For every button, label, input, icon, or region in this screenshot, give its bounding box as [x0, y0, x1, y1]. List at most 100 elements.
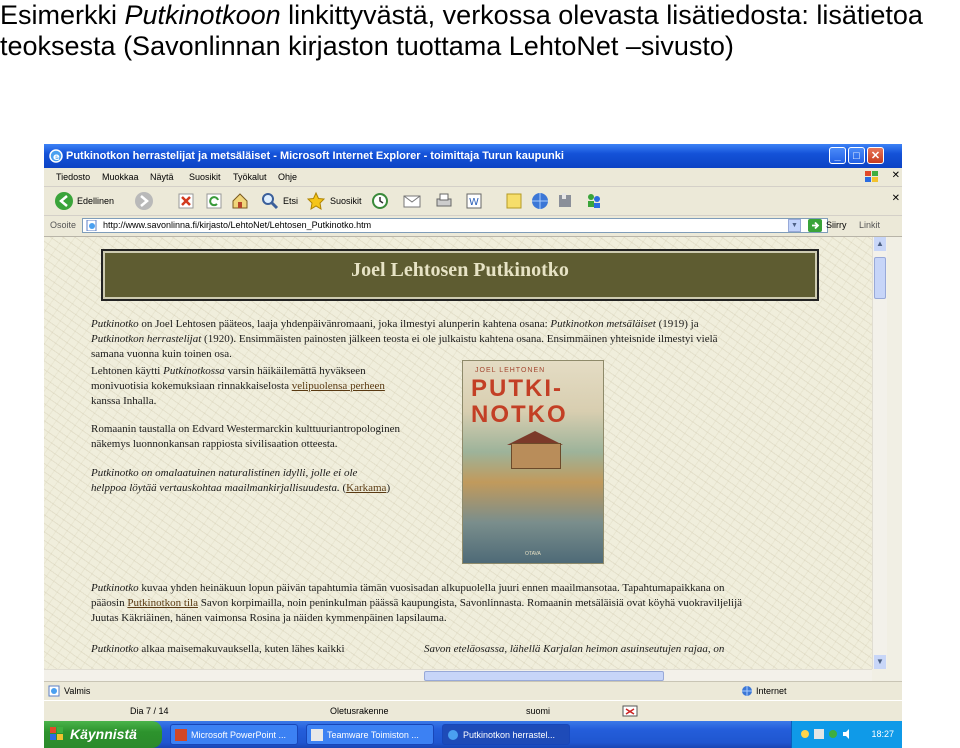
internet-zone-icon: [742, 686, 752, 696]
menu-tools[interactable]: Työkalut: [233, 168, 267, 186]
svg-text:e: e: [53, 152, 60, 163]
paragraph-westermarck: Romaanin taustalla on Edvard Westermarck…: [91, 423, 400, 450]
home-icon[interactable]: [230, 191, 250, 211]
slide-number: Dia 7 / 14: [130, 706, 169, 716]
vertical-scroll-thumb[interactable]: [874, 257, 886, 299]
status-bar: Valmis Internet: [44, 681, 902, 700]
tray-icon-3[interactable]: [828, 729, 838, 739]
start-button[interactable]: Käynnistä: [44, 721, 162, 748]
paragraph-background: Lehtonen käytti Putkinotkossa varsin häi…: [91, 365, 385, 407]
mail-icon[interactable]: [402, 191, 422, 211]
slide-title-line-2: teoksesta (Savonlinnan kirjaston tuottam…: [0, 31, 734, 61]
book-cover-title-2: NOTKO: [471, 401, 568, 428]
browser-screenshot: e Putkinotkon herrastelijat ja metsäläis…: [44, 144, 902, 748]
paragraph-landscape: Putkinotko alkaa maisemakuvauksella, kut…: [91, 643, 345, 655]
start-label: Käynnistä: [70, 726, 137, 742]
note-icon[interactable]: [504, 191, 524, 211]
favorites-button-label[interactable]: Suosikit: [330, 192, 362, 210]
go-arrow-icon[interactable]: [808, 219, 822, 232]
web-page-content: Joel Lehtosen Putkinotko Putkinotko on J…: [44, 237, 872, 669]
link-putkinotkon-tila[interactable]: Putkinotkon tila: [127, 597, 198, 609]
paragraph-idyll: Putkinotko on omalaatuinen naturalistine…: [91, 467, 391, 494]
book-cover-publisher: OTAVA: [525, 551, 541, 557]
book-cover-title-1: PUTKI-: [471, 375, 563, 402]
task-powerpoint[interactable]: Microsoft PowerPoint ...: [170, 724, 298, 745]
link-karkama[interactable]: Karkama: [346, 482, 386, 494]
svg-text:W: W: [469, 197, 479, 208]
menu-favorites[interactable]: Suosikit: [189, 168, 221, 186]
close-button[interactable]: ✕: [867, 147, 884, 164]
messenger-people-icon[interactable]: [584, 191, 604, 211]
word-edit-icon[interactable]: W: [464, 191, 484, 211]
standard-toolbar: Edellinen Etsi Suosikit W: [44, 187, 902, 216]
vertical-scrollbar[interactable]: ▲ ▼: [872, 237, 887, 669]
book-cover-author: JOEL LEHTONEN: [475, 367, 546, 374]
tray-icon-1[interactable]: [800, 729, 810, 739]
window-titlebar: e Putkinotkon herrastelijat ja metsäläis…: [44, 144, 902, 168]
stop-icon[interactable]: [176, 191, 196, 211]
powerpoint-icon: [175, 729, 187, 741]
internet-explorer-task-icon: [448, 730, 458, 740]
volume-icon[interactable]: [842, 729, 852, 739]
scroll-down-icon[interactable]: ▼: [874, 655, 886, 669]
task-teamware[interactable]: Teamware Toimiston ...: [306, 724, 434, 745]
windows-flag-icon: [50, 727, 63, 740]
cover-house: [511, 443, 561, 469]
address-input[interactable]: http://www.savonlinna.fi/kirjasto/LehtoN…: [82, 218, 828, 233]
history-icon[interactable]: [370, 191, 390, 211]
internet-explorer-icon: e: [49, 149, 63, 163]
menu-edit[interactable]: Muokkaa: [102, 168, 139, 186]
forward-arrow-icon[interactable]: [134, 191, 154, 211]
menu-help[interactable]: Ohje: [278, 168, 297, 186]
system-tray: 18:27: [791, 721, 902, 748]
slide-title-line-1: Esimerkki Putkinotkoon linkittyvästä, ve…: [0, 0, 923, 30]
close-menubar-icon[interactable]: ✕: [892, 170, 900, 181]
taskbar-clock: 18:27: [871, 729, 894, 739]
menu-file[interactable]: Tiedosto: [56, 168, 90, 186]
menu-view[interactable]: Näytä: [150, 168, 174, 186]
page-banner: Joel Lehtosen Putkinotko: [101, 249, 819, 301]
language: suomi: [526, 706, 551, 716]
favorites-star-icon[interactable]: [306, 191, 326, 211]
book-cover-image: JOEL LEHTONEN PUTKI- NOTKO OTAVA: [462, 360, 604, 564]
address-dropdown-button[interactable]: ▼: [788, 219, 801, 232]
address-bar: Osoite http://www.savonlinna.fi/kirjasto…: [44, 216, 902, 237]
minimize-button[interactable]: _: [829, 147, 846, 164]
search-icon[interactable]: [260, 191, 280, 211]
windows-logo-icon: [865, 171, 878, 182]
horizontal-scroll-thumb[interactable]: [424, 671, 664, 681]
refresh-icon[interactable]: [204, 191, 224, 211]
back-button-label[interactable]: Edellinen: [77, 192, 114, 210]
research-icon[interactable]: [556, 191, 576, 211]
design-name: Oletusrakenne: [330, 706, 389, 716]
maximize-button[interactable]: □: [848, 147, 865, 164]
task-internet-explorer[interactable]: Putkinotkon herrastel...: [442, 724, 570, 745]
address-label: Osoite: [50, 220, 77, 230]
close-toolbar-icon[interactable]: ✕: [892, 193, 900, 204]
paragraph-quote: Savon eteläosassa, lähellä Karjalan heim…: [424, 643, 725, 655]
search-button-label[interactable]: Etsi: [283, 192, 298, 210]
address-url[interactable]: http://www.savonlinna.fi/kirjasto/LehtoN…: [103, 220, 371, 230]
go-button[interactable]: Siirry: [826, 220, 847, 230]
window-title: Putkinotkon herrastelijat ja metsäläiset…: [66, 150, 564, 162]
tray-icon-2[interactable]: [814, 729, 824, 739]
scroll-up-icon[interactable]: ▲: [874, 237, 886, 251]
messenger-globe-icon[interactable]: [530, 191, 550, 211]
teamware-icon: [311, 729, 323, 741]
spellcheck-icon: [622, 705, 638, 717]
status-text: Valmis: [64, 686, 91, 696]
paragraph-intro: Putkinotko on Joel Lehtosen pääteos, laa…: [91, 318, 718, 360]
slide-title: Esimerkki Putkinotkoon linkittyvästä, ve…: [0, 0, 960, 62]
link-velipuolensa-perheen[interactable]: velipuolensa perheen: [292, 380, 385, 392]
paragraph-plot: Putkinotko kuvaa yhden heinäkuun lopun p…: [91, 582, 743, 624]
links-button[interactable]: Linkit: [859, 220, 880, 230]
back-arrow-icon[interactable]: [54, 191, 74, 211]
banner-title: Joel Lehtosen Putkinotko: [351, 259, 569, 281]
security-zone: Internet: [756, 686, 787, 696]
page-done-icon: [48, 685, 60, 697]
windows-taskbar: Käynnistä Microsoft PowerPoint ... Teamw…: [44, 721, 902, 748]
powerpoint-status-bar: Dia 7 / 14 Oletusrakenne suomi: [44, 700, 902, 721]
print-icon[interactable]: [434, 191, 454, 211]
page-icon: [86, 220, 97, 231]
menu-bar: Tiedosto Muokkaa Näytä Suosikit Työkalut…: [44, 168, 902, 187]
